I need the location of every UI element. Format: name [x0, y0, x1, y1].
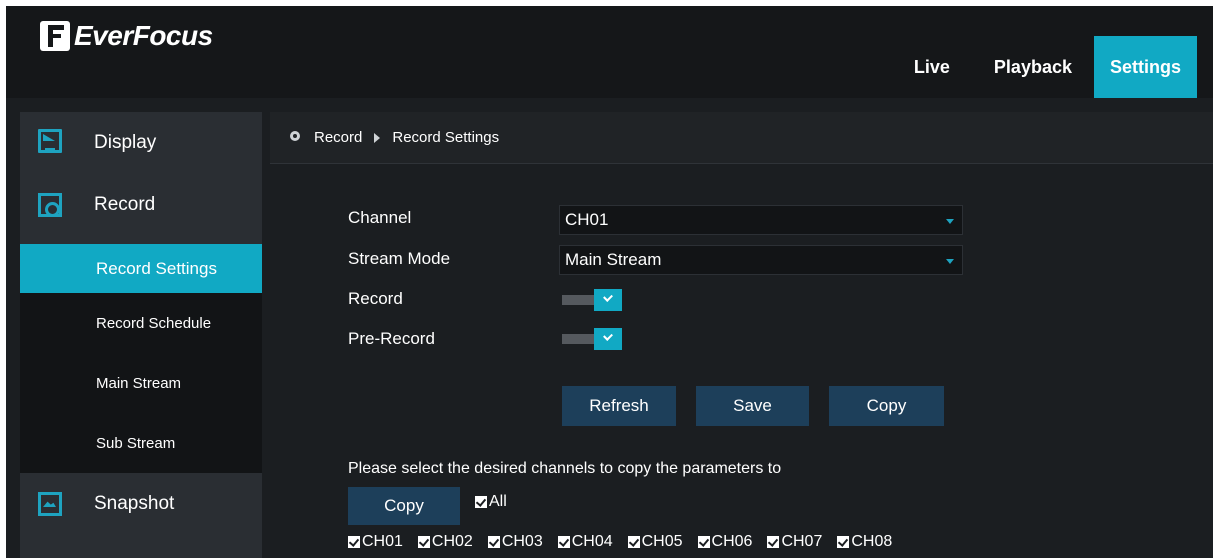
submenu-record-schedule[interactable]: Record Schedule	[20, 293, 262, 353]
channel-select[interactable]: CH01	[559, 205, 963, 235]
chevron-down-icon	[946, 219, 954, 224]
checkbox-checked-icon	[837, 536, 850, 548]
pre-record-label: Pre-Record	[348, 329, 435, 348]
channel-checkbox[interactable]: CH08	[837, 533, 892, 551]
chevron-down-icon	[946, 259, 954, 264]
sidebar-item-record[interactable]: Record	[20, 174, 262, 236]
channel-checkbox[interactable]: CH01	[348, 533, 403, 551]
nav-playback[interactable]: Playback	[972, 36, 1094, 98]
checkbox-checked-icon	[697, 536, 710, 548]
channel-checkbox-label: CH06	[711, 533, 753, 550]
app-window: EverFocus Live Playback Settings Display…	[6, 6, 1213, 558]
check-icon	[594, 328, 622, 350]
breadcrumb: Record Record Settings	[270, 112, 1213, 164]
copy-button[interactable]: Copy	[829, 386, 944, 426]
submenu-sub-stream[interactable]: Sub Stream	[20, 413, 262, 473]
record-toggle[interactable]	[562, 289, 629, 311]
check-icon	[594, 289, 622, 311]
record-submenu: Record Settings Record Schedule Main Str…	[20, 244, 262, 473]
copy-hint-text: Please select the desired channels to co…	[348, 460, 782, 477]
everfocus-logo: EverFocus	[40, 18, 213, 54]
channel-checkbox[interactable]: CH02	[417, 533, 473, 551]
channel-checkbox[interactable]: CH06	[697, 533, 753, 551]
all-checkbox[interactable]: All	[475, 493, 507, 511]
breadcrumb-section[interactable]: Record	[314, 129, 362, 146]
record-label: Record	[348, 289, 403, 308]
channel-checkbox[interactable]: CH05	[627, 533, 683, 551]
sidebar-item-display[interactable]: Display	[20, 112, 262, 174]
channel-checkbox-label: CH05	[641, 533, 683, 550]
nav-live[interactable]: Live	[892, 36, 972, 98]
sidebar-item-label: Display	[94, 132, 157, 153]
channel-value: CH01	[565, 210, 609, 229]
all-label: All	[489, 493, 507, 510]
refresh-button[interactable]: Refresh	[562, 386, 676, 426]
checkbox-checked-icon	[487, 536, 500, 548]
channel-checkbox-row: CH01 CH02 CH03 CH04 CH05 CH06 CH07 CH08	[348, 533, 892, 551]
display-icon	[38, 129, 62, 153]
logo-mark-icon	[40, 21, 70, 51]
main-nav: Live Playback Settings	[892, 6, 1213, 98]
channel-checkbox[interactable]: CH07	[767, 533, 822, 551]
channel-checkbox-label: CH03	[501, 533, 543, 550]
channel-checkbox[interactable]: CH03	[487, 533, 543, 551]
checkbox-checked-icon	[417, 536, 430, 548]
record-icon	[38, 193, 62, 217]
channel-label: Channel	[348, 208, 412, 227]
checkbox-checked-icon	[767, 536, 780, 548]
channel-checkbox-label: CH07	[781, 533, 823, 550]
pre-record-toggle[interactable]	[562, 328, 629, 350]
nav-settings[interactable]: Settings	[1093, 36, 1197, 98]
channel-checkbox-label: CH02	[431, 533, 473, 550]
sidebar-item-label: Snapshot	[94, 493, 175, 514]
channel-checkbox[interactable]: CH04	[557, 533, 613, 551]
breadcrumb-page: Record Settings	[392, 129, 500, 146]
stream-mode-value: Main Stream	[565, 250, 662, 269]
channel-checkbox-label: CH01	[362, 533, 403, 550]
breadcrumb-arrow-icon	[374, 132, 381, 143]
stream-mode-label: Stream Mode	[348, 249, 451, 268]
submenu-record-settings[interactable]: Record Settings	[20, 244, 262, 293]
checkbox-checked-icon	[557, 536, 570, 548]
copy-channels-button[interactable]: Copy	[348, 487, 460, 525]
channel-checkbox-label: CH08	[851, 533, 893, 550]
save-button[interactable]: Save	[696, 386, 809, 426]
channel-checkbox-label: CH04	[571, 533, 613, 550]
location-pin-icon	[290, 130, 300, 145]
checkbox-checked-icon	[348, 536, 360, 548]
sidebar-item-snapshot[interactable]: Snapshot	[20, 473, 262, 535]
stream-mode-select[interactable]: Main Stream	[559, 245, 963, 275]
checkbox-checked-icon	[475, 496, 487, 508]
sidebar-item-label: Record	[94, 194, 156, 215]
submenu-main-stream[interactable]: Main Stream	[20, 353, 262, 413]
top-header: EverFocus Live Playback Settings	[6, 6, 1213, 98]
main-content: Record Record Settings Channel CH01 Stre…	[270, 112, 1213, 558]
checkbox-checked-icon	[627, 536, 640, 548]
sidebar: Display Record Record Settings Record Sc…	[20, 112, 262, 558]
logo-text: EverFocus	[74, 20, 213, 51]
snapshot-icon	[38, 492, 62, 516]
